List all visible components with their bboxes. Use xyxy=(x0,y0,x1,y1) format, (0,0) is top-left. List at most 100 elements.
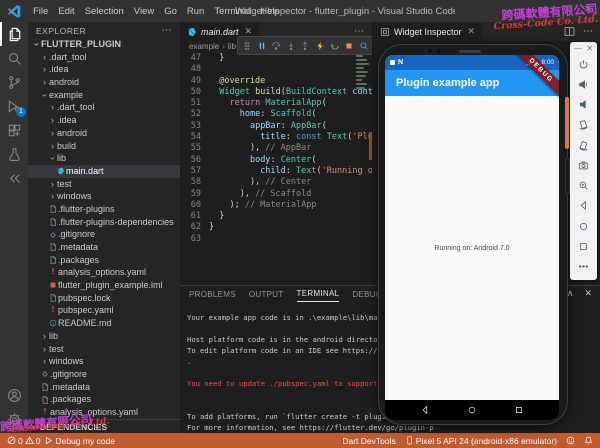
tab-widget-inspector[interactable]: Widget Inspector ✕ xyxy=(373,22,482,41)
code-line-56: 56 body: Center( xyxy=(180,155,372,166)
problems-indicator[interactable]: 0 0 xyxy=(7,436,40,446)
tree-item--metadata[interactable]: .metadata xyxy=(28,241,180,254)
window-close-icon[interactable]: ✕ xyxy=(584,4,592,15)
nav-overview-icon[interactable] xyxy=(514,405,524,415)
panel-tab-output[interactable]: OUTPUT xyxy=(249,290,284,299)
tree-item-test[interactable]: ›test xyxy=(28,178,180,191)
restart-icon[interactable] xyxy=(330,41,340,51)
tree-item-analysis-options-yaml[interactable]: !analysis_options.yaml xyxy=(28,266,180,279)
activity-accounts[interactable] xyxy=(0,383,28,407)
tree-item--gitignore[interactable]: .gitignore xyxy=(28,368,180,381)
panel-tab-terminal[interactable]: TERMINAL xyxy=(297,287,340,302)
pause-icon[interactable] xyxy=(257,41,267,51)
tab-bar-right: Widget Inspector ✕ ⋯ xyxy=(373,22,600,41)
panel-tab-problems[interactable]: PROBLEMS xyxy=(189,290,236,299)
close-tab-icon[interactable]: ✕ xyxy=(468,26,476,37)
front-camera-icon xyxy=(427,48,433,54)
emulator-home-icon[interactable] xyxy=(578,221,589,232)
step-over-icon[interactable] xyxy=(271,41,281,51)
explorer-actions-icon[interactable]: ⋯ xyxy=(162,25,173,36)
emulator-overview-icon[interactable] xyxy=(578,241,589,252)
tree-item-lib[interactable]: ›lib xyxy=(28,330,180,343)
tree-item--dart-tool[interactable]: ›.dart_tool xyxy=(28,51,180,64)
device-selector[interactable]: Pixel 5 API 24 (android-x86 emulator) xyxy=(405,436,557,446)
emulator-power-icon[interactable] xyxy=(578,59,589,70)
activity-search[interactable] xyxy=(0,46,28,70)
feedback-icon[interactable] xyxy=(566,436,575,445)
tree-item--packages[interactable]: .packages xyxy=(28,393,180,406)
emulator-volume-up-icon[interactable] xyxy=(578,79,589,90)
tree-item-main-dart[interactable]: main.dart xyxy=(28,165,180,178)
dependencies-section[interactable]: › DEPENDENCIES xyxy=(28,419,180,433)
tree-item-flutter-plugin-example-iml[interactable]: flutter_plugin_example.iml xyxy=(28,279,180,292)
tree-item-example[interactable]: ›example xyxy=(28,89,180,102)
debug-status[interactable]: Debug my code xyxy=(44,436,115,446)
menu-go[interactable]: Go xyxy=(159,6,182,17)
earpiece-speaker xyxy=(459,50,481,53)
activity-testing[interactable] xyxy=(0,142,28,166)
step-out-icon[interactable] xyxy=(300,41,310,51)
tree-item-build[interactable]: ›build xyxy=(28,140,180,153)
activity-extensions[interactable] xyxy=(0,118,28,142)
power-button[interactable] xyxy=(565,97,569,149)
tree-item-pubspec-yaml[interactable]: !pubspec.yaml xyxy=(28,304,180,317)
tree-item--idea[interactable]: ›.idea xyxy=(28,63,180,76)
more-actions-icon[interactable]: ⋯ xyxy=(583,26,594,37)
tree-item-test[interactable]: ›test xyxy=(28,343,180,356)
close-icon[interactable]: ✕ xyxy=(586,44,593,53)
tree-item--gitignore[interactable]: .gitignore xyxy=(28,228,180,241)
minimize-icon[interactable]: — xyxy=(574,44,582,53)
status-bar: 0 0 Debug my code Dart DevTools Pixel 5 … xyxy=(0,433,600,448)
menu-selection[interactable]: Selection xyxy=(80,6,129,17)
tree-item-windows[interactable]: ›windows xyxy=(28,190,180,203)
notifications-bell-icon[interactable] xyxy=(584,436,593,445)
menu-run[interactable]: Run xyxy=(182,6,209,17)
activity-run-and-debug[interactable]: 1 xyxy=(0,94,28,118)
step-into-icon[interactable] xyxy=(286,41,296,51)
inspector-icon[interactable] xyxy=(359,41,369,51)
tree-item-analysis-options-yaml[interactable]: !analysis_options.yaml xyxy=(28,406,180,419)
phone-screen[interactable]: N 8:00 Plugin example app Running on: An… xyxy=(385,55,559,420)
tree-item--packages[interactable]: .packages xyxy=(28,254,180,267)
tree-item--dart-tool[interactable]: ›.dart_tool xyxy=(28,101,180,114)
tree-item--metadata[interactable]: .metadata xyxy=(28,381,180,394)
tree-item-android[interactable]: ›android xyxy=(28,76,180,89)
menu-edit[interactable]: Edit xyxy=(53,6,79,17)
nav-home-icon[interactable] xyxy=(467,405,477,415)
activity-settings[interactable] xyxy=(0,407,28,431)
info-file-icon xyxy=(48,319,58,327)
tree-item-lib[interactable]: ›lib xyxy=(28,152,180,165)
tree-item--flutter-plugins[interactable]: .flutter-plugins xyxy=(28,203,180,216)
window-title: Widget Inspector - flutter_plugin - Visu… xyxy=(235,6,455,17)
emulator-rotate-right-icon[interactable] xyxy=(578,140,589,151)
tree-item-windows[interactable]: ›windows xyxy=(28,355,180,368)
drag-icon[interactable] xyxy=(242,41,252,51)
emulator-screenshot-icon[interactable] xyxy=(578,160,589,171)
volume-button[interactable] xyxy=(565,158,570,194)
emulator-rotate-left-icon[interactable] xyxy=(578,119,589,130)
tree-item--flutter-plugins-dependencies[interactable]: .flutter-plugins-dependencies xyxy=(28,216,180,229)
menu-view[interactable]: View xyxy=(129,6,159,17)
yaml-file-icon: ! xyxy=(48,266,58,279)
emulator-more-icon[interactable] xyxy=(578,261,589,272)
activity-flutter-outline[interactable] xyxy=(0,166,28,190)
tree-item--idea[interactable]: ›.idea xyxy=(28,114,180,127)
nav-back-icon[interactable] xyxy=(420,405,430,415)
tree-item-pubspec-lock[interactable]: pubspec.lock xyxy=(28,292,180,305)
dart-devtools-button[interactable]: Dart DevTools xyxy=(342,436,395,446)
emulator-zoom-icon[interactable] xyxy=(578,180,589,191)
emulator-volume-down-icon[interactable] xyxy=(578,99,589,110)
code-line-54: 54 title: const Text('Plugin example app… xyxy=(180,132,372,143)
tree-item-flutter-plugin[interactable]: ›FLUTTER_PLUGIN xyxy=(28,38,180,51)
emulator-back-icon[interactable] xyxy=(578,200,589,211)
activity-explorer[interactable] xyxy=(0,22,28,46)
activity-source-control[interactable] xyxy=(0,70,28,94)
split-editor-icon[interactable] xyxy=(564,26,575,37)
menu-file[interactable]: File xyxy=(28,6,53,17)
stop-icon[interactable] xyxy=(344,41,354,51)
hot-reload-icon[interactable] xyxy=(315,41,325,51)
tree-item-android[interactable]: ›android xyxy=(28,127,180,140)
tree-item-readme-md[interactable]: README.md xyxy=(28,317,180,330)
code-editor[interactable]: 47 }4849 @override50 Widget build(BuildC… xyxy=(180,53,372,245)
close-panel-icon[interactable]: ✕ xyxy=(584,288,592,299)
